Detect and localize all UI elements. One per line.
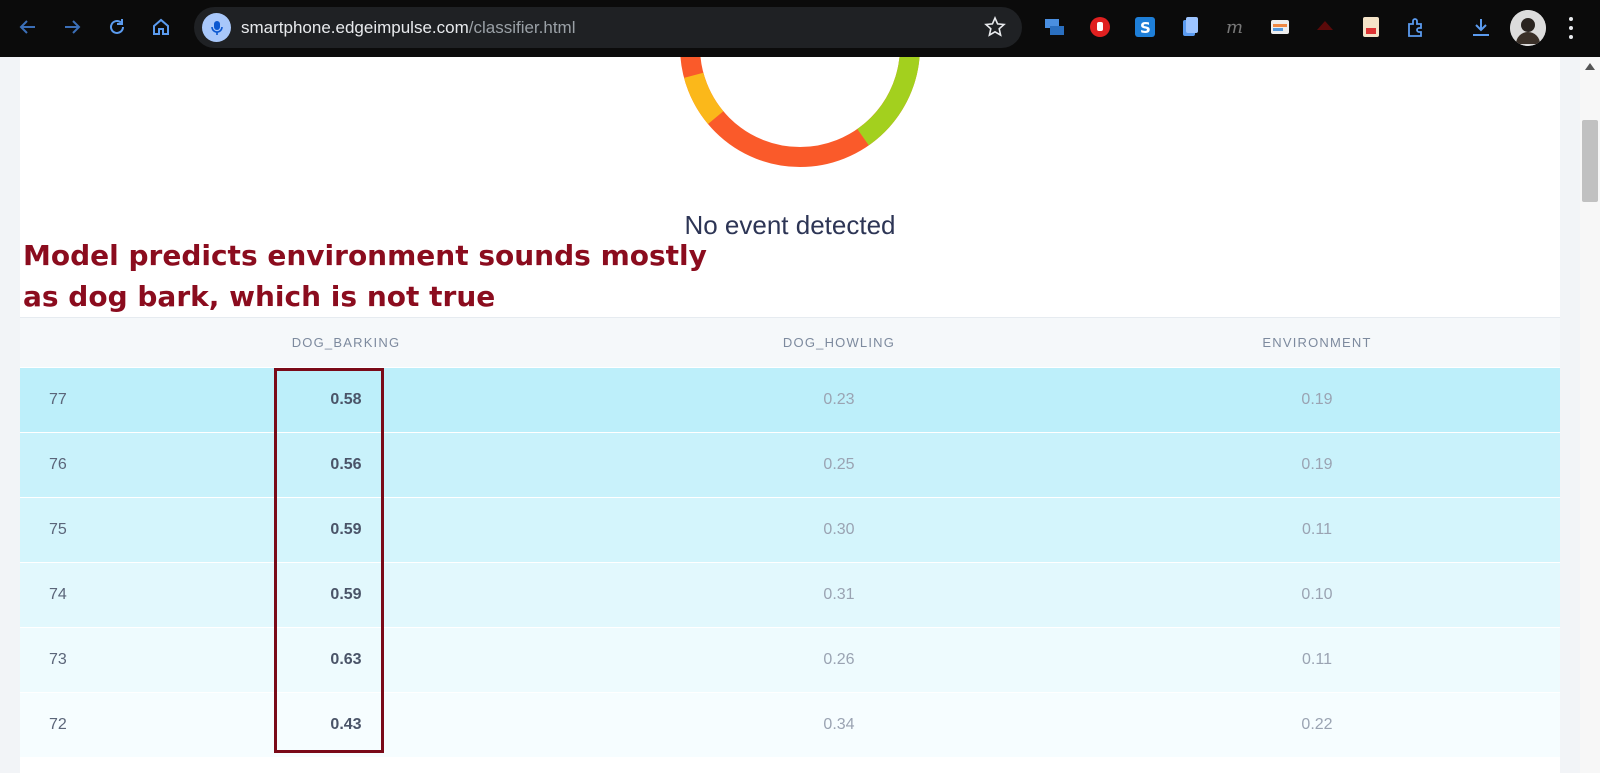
table-row: 72 0.43 0.34 0.22 (20, 692, 1560, 757)
table-row: 75 0.59 0.30 0.11 (20, 497, 1560, 562)
cell-dog-howling: 0.23 (823, 391, 855, 408)
cell-dog-howling: 0.30 (823, 521, 855, 538)
table-row: 74 0.59 0.31 0.10 (20, 562, 1560, 627)
column-header-environment: ENVIRONMENT (1262, 335, 1372, 350)
url-host: smartphone.edgeimpulse.com (241, 18, 469, 37)
cell-environment: 0.19 (1301, 456, 1333, 473)
results-table: DOG_BARKING DOG_HOWLING ENVIRONMENT 77 0.… (20, 317, 1560, 757)
row-index: 75 (49, 521, 67, 538)
row-index: 74 (49, 586, 67, 603)
profile-avatar[interactable] (1510, 10, 1546, 46)
annotation-note: Model predicts environment sounds mostly… (23, 235, 707, 317)
extensions-puzzle-icon[interactable] (1403, 14, 1429, 40)
cell-dog-howling: 0.34 (823, 716, 855, 733)
cell-dog-howling: 0.31 (823, 586, 855, 603)
address-bar[interactable]: smartphone.edgeimpulse.com/classifier.ht… (194, 7, 1022, 48)
annotation-line-1: Model predicts environment sounds mostly (23, 239, 707, 272)
cell-environment: 0.10 (1301, 586, 1333, 603)
extension-palette-icon[interactable] (1267, 14, 1293, 40)
donut-segment-howling (680, 57, 920, 167)
extension-s-icon[interactable]: S (1132, 14, 1158, 40)
column-header-dog-howling: DOG_HOWLING (782, 335, 896, 350)
cell-dog-howling: 0.25 (823, 456, 855, 473)
table-row: 76 0.56 0.25 0.19 (20, 432, 1560, 497)
row-index: 72 (49, 716, 67, 733)
svg-text:S: S (1140, 19, 1151, 37)
cell-environment: 0.19 (1301, 391, 1333, 408)
browser-toolbar: smartphone.edgeimpulse.com/classifier.ht… (0, 0, 1600, 57)
cell-environment: 0.11 (1302, 521, 1332, 538)
column-header-dog-barking: DOG_BARKING (291, 335, 401, 350)
reload-icon[interactable] (100, 10, 134, 44)
dog-barking-highlight-box (274, 368, 384, 753)
scroll-up-arrow-icon[interactable] (1585, 63, 1595, 70)
classifier-card: No event detected Model predicts environ… (20, 57, 1560, 773)
kebab-menu-icon[interactable] (1564, 14, 1578, 42)
back-arrow-icon[interactable] (11, 10, 45, 44)
cell-dog-howling: 0.26 (823, 651, 855, 668)
table-row: 77 0.58 0.23 0.19 (20, 367, 1560, 432)
extension-clipboard-icon[interactable] (1177, 14, 1203, 40)
donut-segment-environment (680, 57, 920, 167)
forward-arrow-icon[interactable] (55, 10, 89, 44)
prediction-donut-chart (680, 57, 920, 167)
url-path: /classifier.html (468, 18, 576, 37)
download-icon[interactable] (1468, 14, 1494, 40)
row-index: 73 (49, 651, 67, 668)
row-index: 77 (49, 391, 67, 408)
extension-stop-hand-icon[interactable] (1087, 14, 1113, 40)
table-row: 73 0.63 0.26 0.11 (20, 627, 1560, 692)
extension-dual-icon[interactable] (1041, 14, 1067, 40)
page-viewport: No event detected Model predicts environ… (0, 57, 1600, 773)
extension-dark-icon[interactable] (1312, 14, 1338, 40)
annotation-line-2: as dog bark, which is not true (23, 280, 496, 313)
svg-text:m: m (1226, 17, 1243, 38)
cell-environment: 0.22 (1301, 716, 1333, 733)
cell-environment: 0.11 (1302, 651, 1332, 668)
url-text: smartphone.edgeimpulse.com/classifier.ht… (241, 18, 575, 38)
row-index: 76 (49, 456, 67, 473)
vertical-scrollbar[interactable] (1580, 57, 1600, 773)
extension-m-icon[interactable]: m (1222, 14, 1248, 40)
extension-document-icon[interactable] (1358, 14, 1384, 40)
home-icon[interactable] (144, 10, 178, 44)
scroll-thumb[interactable] (1582, 120, 1598, 202)
table-header: DOG_BARKING DOG_HOWLING ENVIRONMENT (20, 317, 1560, 367)
bookmark-star-icon[interactable] (984, 16, 1006, 42)
donut-segment-barking (680, 57, 920, 167)
microphone-icon[interactable] (202, 13, 231, 42)
